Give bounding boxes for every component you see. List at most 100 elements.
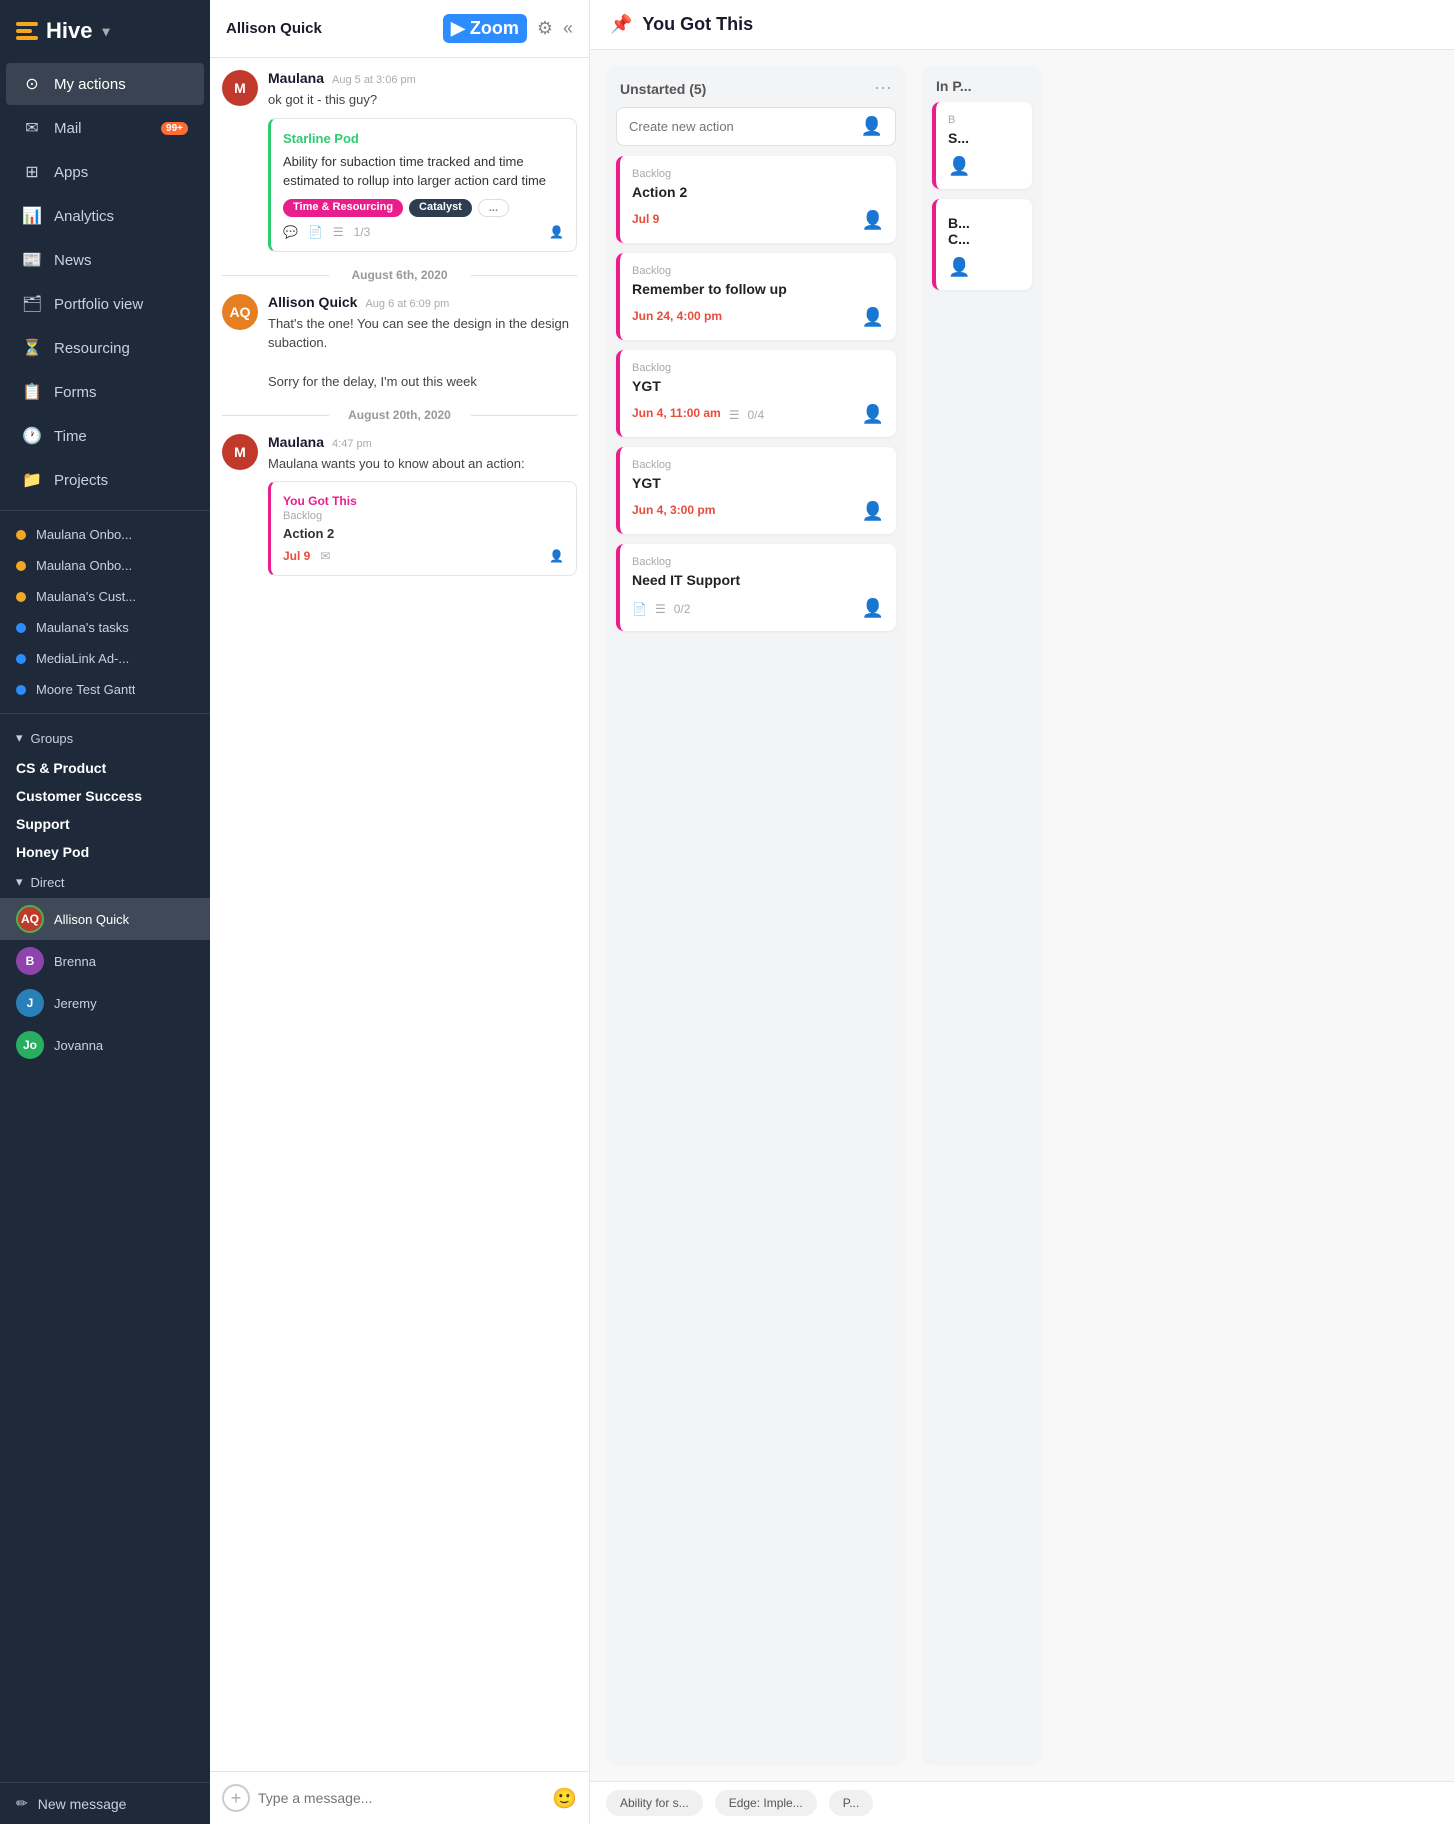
dm-name-jeremy: Jeremy <box>54 996 97 1011</box>
card-status: Backlog <box>632 556 884 568</box>
new-message-button[interactable]: ✏ New message <box>0 1782 210 1824</box>
emoji-icon[interactable]: 🙂 <box>552 1786 577 1811</box>
logo-chevron-icon[interactable]: ▾ <box>102 23 109 40</box>
ref-assign-icon[interactable]: 👤 <box>549 549 564 563</box>
message-input[interactable] <box>258 1790 544 1806</box>
nav-portfolio-view[interactable]: 🗂 Portfolio view <box>6 283 204 325</box>
main-panel: 📌 You Got This Unstarted (5) ⋯ 👤 Backlog… <box>590 0 1454 1824</box>
collapse-icon[interactable]: « <box>563 18 573 39</box>
kanban-card[interactable]: Backlog Need IT Support 📄 ☰ 0/2 👤 <box>616 544 896 631</box>
news-icon: 📰 <box>22 250 42 270</box>
group-support[interactable]: Support <box>0 810 210 838</box>
project-dot <box>16 592 26 602</box>
create-action-input[interactable] <box>629 119 853 134</box>
card-date: Jun 4, 3:00 pm <box>632 503 715 517</box>
nav-time[interactable]: 🕐 Time <box>6 415 204 457</box>
groups-toggle[interactable]: ▾ Groups <box>0 722 210 754</box>
project-dot <box>16 561 26 571</box>
column-title: In P... <box>936 78 972 94</box>
add-button[interactable]: + <box>222 1784 250 1812</box>
subtasks-icon: ☰ <box>333 225 344 239</box>
assign-icon[interactable]: 👤 <box>549 225 564 239</box>
nav-forms[interactable]: 📋 Forms <box>6 371 204 413</box>
sidebar-item-maulana-onbo-2[interactable]: Maulana Onbo... <box>0 550 210 581</box>
group-honey-pod[interactable]: Honey Pod <box>0 838 210 866</box>
group-customer-success[interactable]: Customer Success <box>0 782 210 810</box>
tag-more[interactable]: ... <box>478 199 509 217</box>
group-cs-product[interactable]: CS & Product <box>0 754 210 782</box>
sidebar-item-moore-test[interactable]: Moore Test Gantt <box>0 674 210 705</box>
action-card-footer: 💬 📄 ☰ 1/3 👤 <box>283 225 564 239</box>
msg-header: Maulana 4:47 pm <box>268 434 577 450</box>
envelope-icon[interactable]: ✉ <box>320 549 330 563</box>
nav-projects-label: Projects <box>54 472 108 489</box>
msg-header: Allison Quick Aug 6 at 6:09 pm <box>268 294 577 310</box>
kanban-card[interactable]: Backlog Action 2 Jul 9 👤 <box>616 156 896 243</box>
card-footer: Jun 4, 11:00 am ☰ 0/4 👤 <box>632 404 884 425</box>
sidebar-item-maulanas-cust[interactable]: Maulana's Cust... <box>0 581 210 612</box>
chat-header-icons: ▶ Zoom ⚙ « <box>443 14 573 43</box>
nav-resourcing[interactable]: ⏳ Resourcing <box>6 327 204 369</box>
action-card[interactable]: Starline Pod Ability for subaction time … <box>268 118 577 252</box>
dm-brenna[interactable]: B Brenna <box>0 940 210 982</box>
card-footer: 👤 <box>948 156 1020 177</box>
kanban-column-inprogress: In P... B S... 👤 B...C... 👤 <box>922 66 1042 1765</box>
project-name: Maulana Onbo... <box>36 527 132 542</box>
direct-toggle[interactable]: ▾ Direct <box>0 866 210 898</box>
nav-news[interactable]: 📰 News <box>6 239 204 281</box>
kanban-card[interactable]: Backlog Remember to follow up Jun 24, 4:… <box>616 253 896 340</box>
bottom-tab-2[interactable]: P... <box>829 1790 873 1816</box>
card-title: Need IT Support <box>632 572 884 588</box>
ref-card-status: Backlog <box>283 510 564 522</box>
kanban-card[interactable]: Backlog YGT Jun 4, 3:00 pm 👤 <box>616 447 896 534</box>
logo[interactable]: Hive ▾ <box>0 0 210 62</box>
column-title: Unstarted (5) <box>620 81 706 97</box>
dm-name-brenna: Brenna <box>54 954 96 969</box>
card-date: Jun 4, 11:00 am <box>632 406 721 420</box>
ref-card-title: Action 2 <box>283 526 564 541</box>
card-assign-icon[interactable]: 👤 <box>862 404 884 425</box>
subtasks-count: 0/2 <box>674 602 691 616</box>
dm-jovanna[interactable]: Jo Jovanna <box>0 1024 210 1066</box>
dm-jeremy[interactable]: J Jeremy <box>0 982 210 1024</box>
bottom-tab-0[interactable]: Ability for s... <box>606 1790 703 1816</box>
my-actions-icon: ⊙ <box>22 74 42 94</box>
kanban-card[interactable]: B...C... 👤 <box>932 199 1032 290</box>
card-assign-icon[interactable]: 👤 <box>862 501 884 522</box>
card-title: Remember to follow up <box>632 281 884 297</box>
sidebar-item-maulanas-tasks[interactable]: Maulana's tasks <box>0 612 210 643</box>
card-assign-icon[interactable]: 👤 <box>948 156 970 177</box>
tag-time-resourcing[interactable]: Time & Resourcing <box>283 199 403 217</box>
card-assign-icon[interactable]: 👤 <box>948 257 970 278</box>
sidebar: Hive ▾ ⊙ My actions ✉ Mail 99+ ⊞ Apps 📊 … <box>0 0 210 1824</box>
card-assign-icon[interactable]: 👤 <box>862 307 884 328</box>
kanban-card[interactable]: Backlog YGT Jun 4, 11:00 am ☰ 0/4 👤 <box>616 350 896 437</box>
nav-mail[interactable]: ✉ Mail 99+ <box>6 107 204 149</box>
card-assign-icon[interactable]: 👤 <box>862 210 884 231</box>
bottom-tab-1[interactable]: Edge: Imple... <box>715 1790 817 1816</box>
chat-input-bar: + 🙂 <box>210 1771 589 1824</box>
sidebar-item-maulana-onbo-1[interactable]: Maulana Onbo... <box>0 519 210 550</box>
kanban-card[interactable]: B S... 👤 <box>932 102 1032 189</box>
settings-icon[interactable]: ⚙ <box>537 18 553 39</box>
column-more-icon[interactable]: ⋯ <box>874 78 892 99</box>
notes-icon[interactable]: 📄 <box>308 225 323 239</box>
nav-projects[interactable]: 📁 Projects <box>6 459 204 501</box>
nav-my-actions[interactable]: ⊙ My actions <box>6 63 204 105</box>
sidebar-item-medialink[interactable]: MediaLink Ad-... <box>0 643 210 674</box>
zoom-button[interactable]: ▶ Zoom <box>443 14 527 43</box>
nav-resourcing-label: Resourcing <box>54 340 130 357</box>
dm-avatar-brenna: B <box>16 947 44 975</box>
comment-icon[interactable]: 💬 <box>283 225 298 239</box>
nav-apps[interactable]: ⊞ Apps <box>6 151 204 193</box>
tag-catalyst[interactable]: Catalyst <box>409 199 472 217</box>
pin-icon: 📌 <box>610 14 632 35</box>
nav-analytics[interactable]: 📊 Analytics <box>6 195 204 237</box>
date-divider: August 6th, 2020 <box>222 268 577 282</box>
create-action-bar[interactable]: 👤 <box>616 107 896 146</box>
new-message-icon: ✏ <box>16 1795 28 1812</box>
project-name: Maulana's Cust... <box>36 589 136 604</box>
action-ref-card[interactable]: You Got This Backlog Action 2 Jul 9 ✉ 👤 <box>268 481 577 576</box>
dm-allison-quick[interactable]: AQ Allison Quick <box>0 898 210 940</box>
card-assign-icon[interactable]: 👤 <box>862 598 884 619</box>
